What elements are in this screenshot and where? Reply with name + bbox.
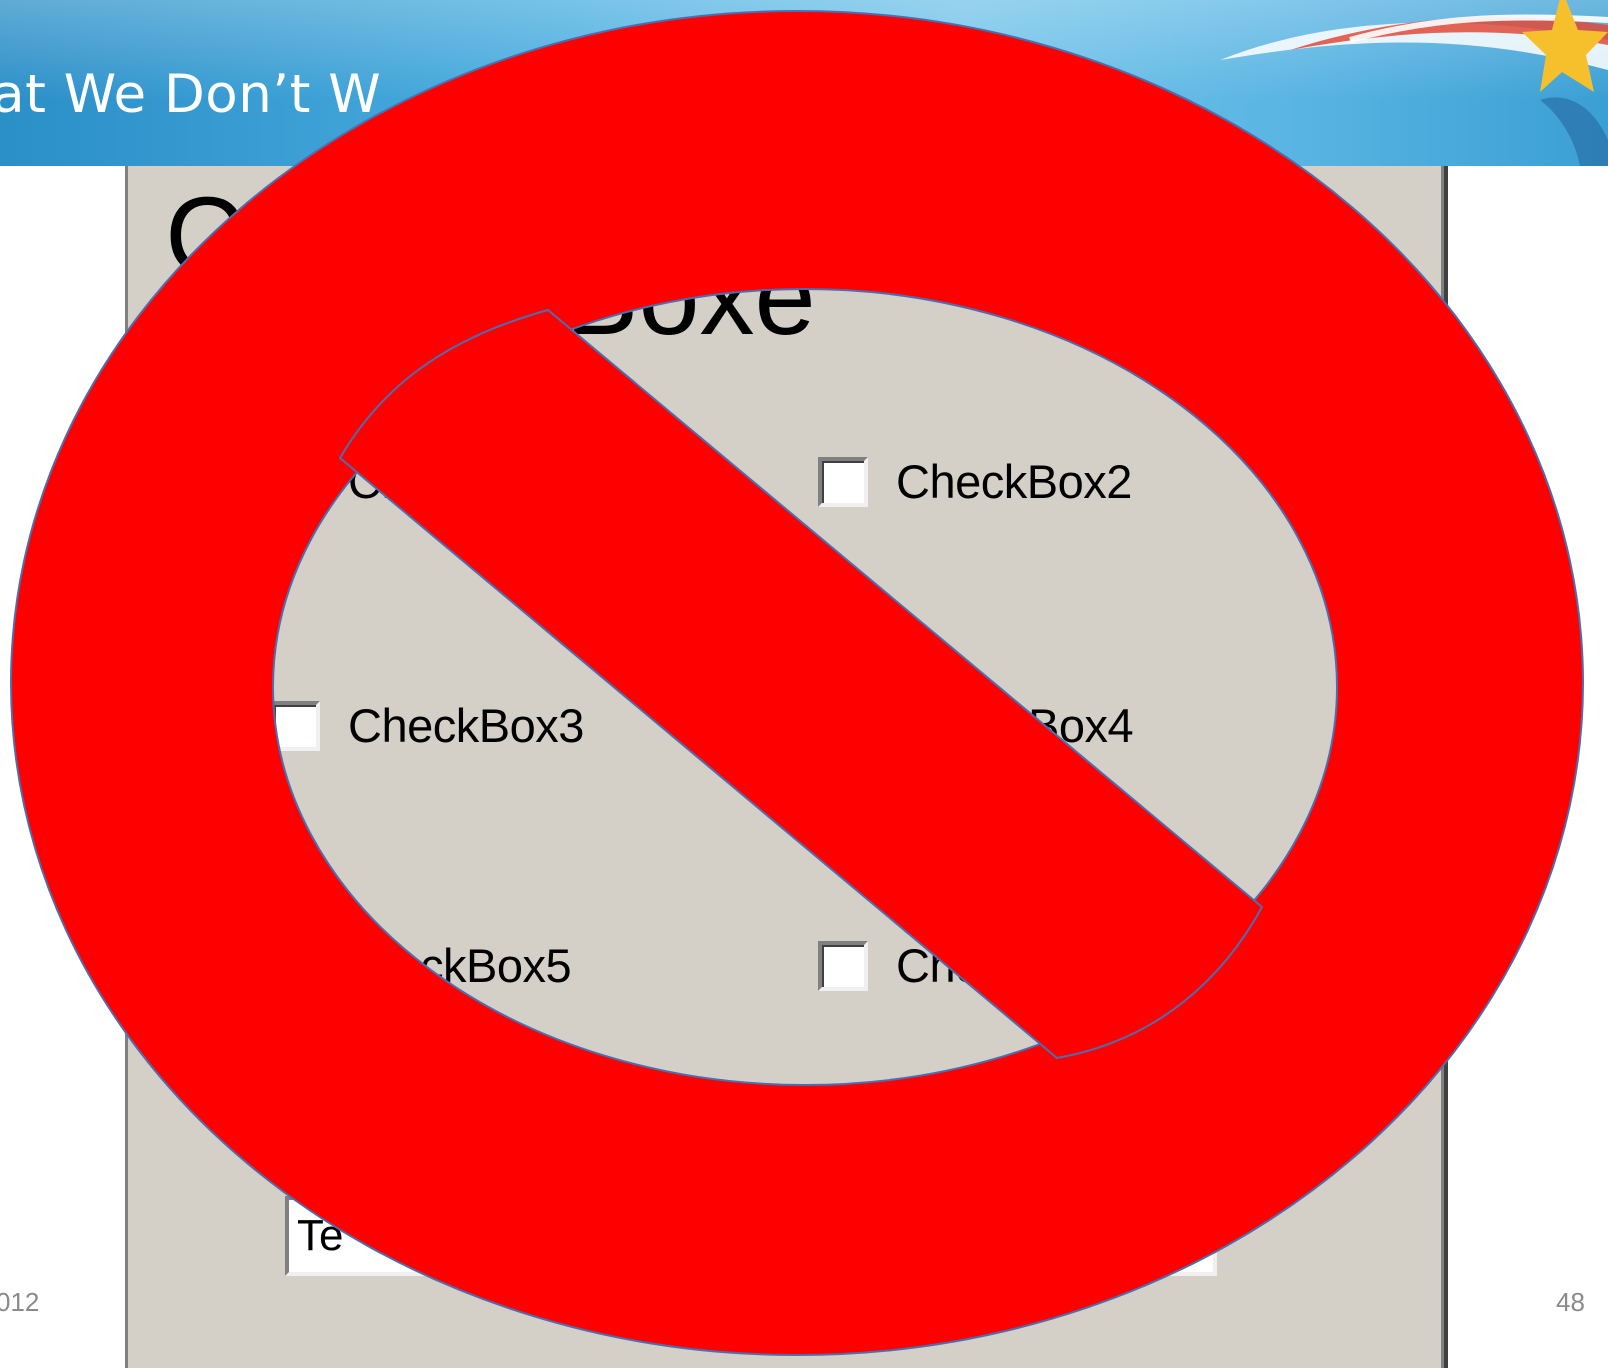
form-heading: C [165, 182, 244, 292]
checkbox-5-box[interactable] [270, 940, 320, 991]
windows-form: C Boxe Ch CheckBox2 CheckBox3 Box4 ckBox… [122, 166, 1448, 1368]
slide-header-band: hat We Don’t W [0, 0, 1608, 166]
form-textbox[interactable] [285, 1196, 1217, 1276]
slide-number: 48 [1556, 1287, 1585, 1317]
checkbox-5[interactable]: ckBox5 [270, 938, 572, 993]
checkbox-2-label: CheckBox2 [896, 455, 1132, 508]
checkbox-3-label: CheckBox3 [348, 699, 584, 752]
checkbox-4[interactable]: Box4 [818, 698, 1134, 753]
checkbox-2-box[interactable] [818, 456, 868, 507]
slide-title: hat We Don’t W [0, 64, 382, 125]
presentation-slide: hat We Don’t W C Boxe Ch CheckBox2 Check… [0, 0, 1608, 1368]
checkbox-6-box[interactable] [818, 940, 868, 991]
checkbox-3[interactable]: CheckBox3 [270, 698, 584, 753]
checkbox-1[interactable]: Ch [270, 454, 408, 509]
checkbox-2[interactable]: CheckBox2 [818, 454, 1132, 509]
checkbox-1-label: Ch [348, 455, 408, 508]
checkbox-4-box[interactable] [818, 700, 868, 751]
checkbox-1-box[interactable] [270, 456, 320, 507]
decorative-swoosh-star-icon [1220, 0, 1608, 166]
checkbox-6-label: Che [896, 939, 981, 992]
form-heading-fragment-start: C [165, 175, 245, 298]
checkbox-5-label: ckBox5 [420, 939, 572, 992]
checkbox-4-label: Box4 [1028, 699, 1134, 752]
footer-date: 012 [0, 1287, 40, 1317]
form-heading-lower-fragment: Boxe [565, 235, 816, 358]
checkbox-6[interactable]: Che [818, 938, 981, 993]
checkbox-3-box[interactable] [270, 700, 320, 751]
